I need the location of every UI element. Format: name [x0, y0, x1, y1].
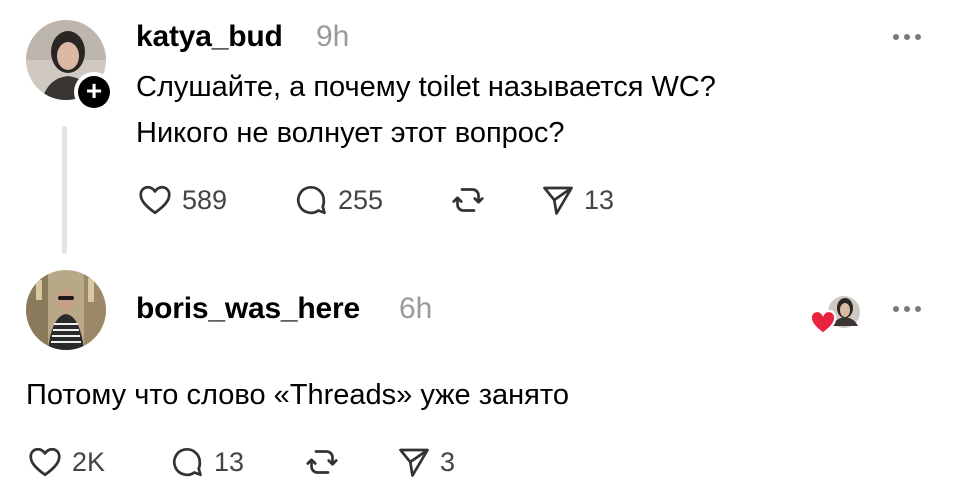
repost-button[interactable] — [304, 444, 340, 480]
reply-username[interactable]: boris_was_here — [136, 292, 360, 326]
send-icon — [543, 186, 573, 215]
reply-button[interactable]: 255 — [292, 182, 383, 218]
red-heart-icon — [809, 309, 837, 336]
reply-timestamp: 6h — [399, 292, 433, 325]
reply-count: 255 — [338, 184, 384, 215]
like-count: 2K — [72, 446, 106, 477]
like-count: 589 — [182, 184, 228, 215]
repost-button[interactable] — [450, 182, 486, 218]
send-icon — [399, 448, 429, 477]
reply-button[interactable]: 13 — [168, 444, 244, 480]
share-button[interactable]: 13 — [540, 182, 614, 218]
post-timestamp: 9h — [316, 20, 350, 53]
reply-count: 13 — [214, 446, 245, 477]
speech-bubble-icon — [296, 186, 326, 215]
repost-icon — [306, 450, 338, 474]
avatar-boris-was-here[interactable] — [26, 270, 106, 350]
liked-by-author-indicator — [808, 292, 864, 338]
more-horizontal-icon[interactable] — [893, 34, 921, 40]
post-text-line-2: Никого не волнует этот вопрос? — [136, 117, 565, 149]
share-button[interactable]: 3 — [396, 444, 455, 480]
reply-text: Потому что слово «Threads» уже занято — [26, 379, 569, 411]
thread-connector-line — [62, 126, 67, 254]
share-count: 3 — [440, 446, 456, 477]
post-text-line-1: Слушайте, а почему toilet называется WC? — [136, 71, 716, 103]
plus-icon: + — [78, 76, 110, 108]
follow-button[interactable]: + — [74, 72, 114, 112]
like-button[interactable]: 2K — [26, 444, 105, 480]
repost-icon — [452, 188, 484, 212]
heart-outline-icon — [139, 185, 171, 215]
speech-bubble-icon — [172, 448, 202, 477]
post-username[interactable]: katya_bud — [136, 20, 283, 54]
like-button[interactable]: 589 — [136, 182, 227, 218]
more-horizontal-icon[interactable] — [893, 306, 921, 312]
share-count: 13 — [584, 184, 615, 215]
heart-outline-icon — [29, 447, 61, 477]
